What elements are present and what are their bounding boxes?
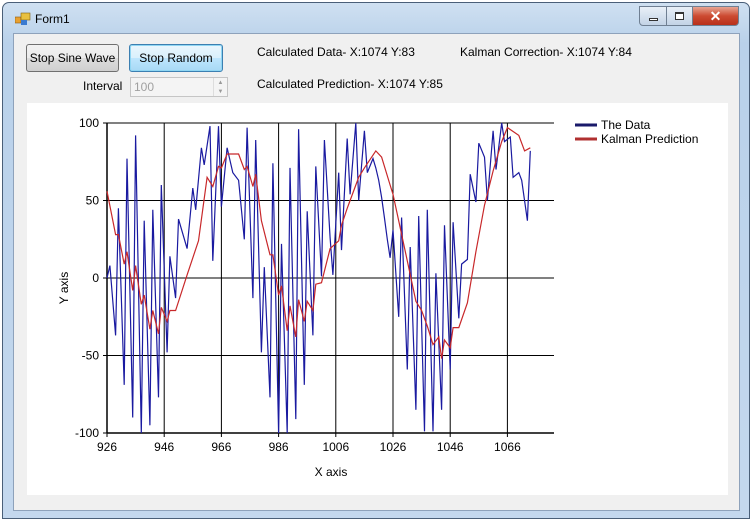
legend-label-prediction: Kalman Prediction [601,132,698,146]
x-tick-label: 966 [211,440,231,454]
calculated-prediction-label: Calculated Prediction- X:1074 Y:85 [257,77,443,91]
stop-sine-wave-button[interactable]: Stop Sine Wave [26,44,119,72]
x-tick-label: 1006 [322,440,349,454]
x-axis-label: X axis [315,465,348,479]
y-tick-label: -50 [82,349,100,363]
spin-down-icon[interactable]: ▼ [218,89,224,95]
chart-panel: 926 946 966 986 1006 1026 1046 1066 100 50 0 -50 -10… [27,103,728,495]
spin-up-icon[interactable]: ▲ [218,80,224,86]
chart: 926 946 966 986 1006 1026 1046 1066 100 50 0 -50 -10… [57,116,698,479]
app-window: Form1 ✕ Stop Sine Wave Stop Random Inter… [2,2,750,519]
x-tick-label: 1026 [380,440,407,454]
minimize-icon [648,17,658,21]
y-tick-label: 50 [86,194,100,208]
y-tick-label: 0 [92,271,99,285]
x-tick-label: 986 [269,440,289,454]
y-tick-label: -100 [75,426,99,440]
kalman-correction-label: Kalman Correction- X:1074 Y:84 [460,45,632,59]
maximize-icon [675,12,684,20]
kalman-prediction-line [106,126,531,359]
x-tick-label: 946 [154,440,174,454]
y-axis-label: Y axis [57,272,71,304]
interval-label: Interval [83,79,123,93]
calculated-data-label: Calculated Data- X:1074 Y:83 [257,45,415,59]
maximize-button[interactable] [666,6,693,26]
close-icon: ✕ [709,7,722,24]
close-button[interactable]: ✕ [692,6,739,26]
legend: The Data Kalman Prediction [575,118,698,146]
x-tick-label: 926 [97,440,117,454]
minimize-button[interactable] [639,6,667,26]
client-area: Stop Sine Wave Stop Random Interval 100 ▲… [13,33,740,511]
app-icon [15,12,31,25]
x-tick-label: 1066 [494,440,521,454]
stop-random-button[interactable]: Stop Random [129,44,223,72]
x-tick-label: 1046 [437,440,464,454]
interval-stepper[interactable]: 100 ▲ ▼ [130,77,228,97]
y-tick-label: 100 [79,116,99,130]
window-title: Form1 [35,12,70,26]
spin-buttons[interactable]: ▲ ▼ [213,78,227,96]
interval-value: 100 [134,80,155,94]
legend-label-data: The Data [601,118,651,132]
